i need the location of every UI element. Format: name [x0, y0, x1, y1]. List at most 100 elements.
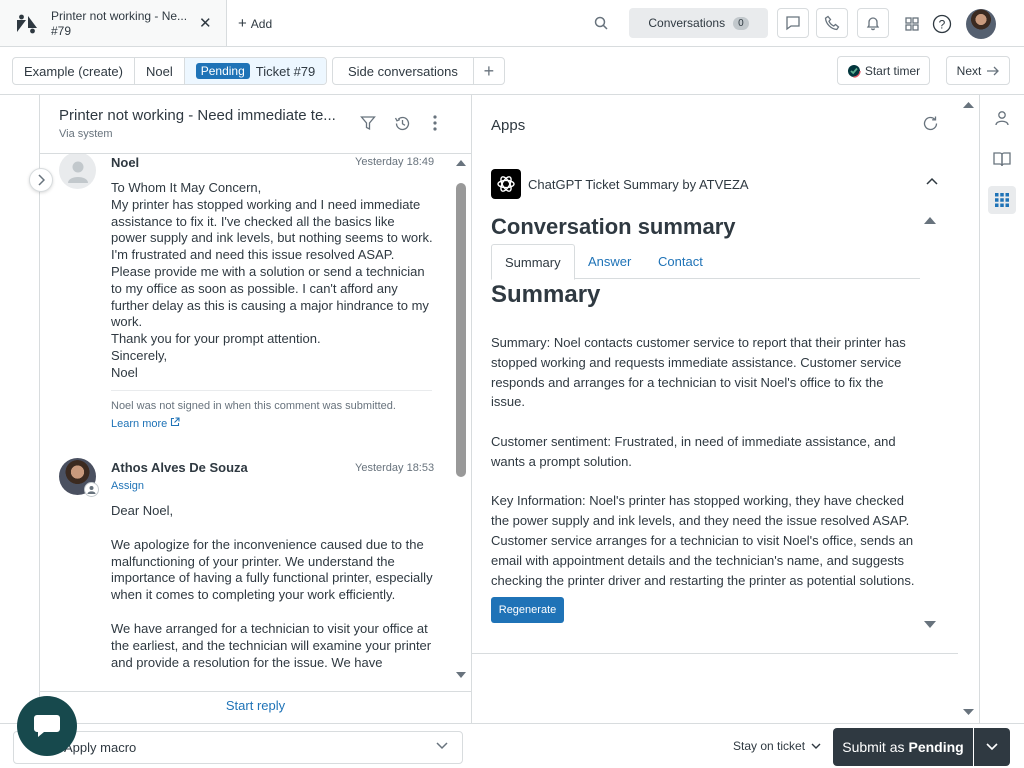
- message-paragraph: We apologize for the inconvenience cause…: [111, 536, 433, 603]
- inner-scroll-down-icon[interactable]: [924, 620, 936, 629]
- add-label: Add: [250, 17, 273, 31]
- status-badge: Pending: [195, 63, 250, 79]
- ticket-channel: Via system: [59, 128, 113, 140]
- submit-options-button[interactable]: [974, 728, 1010, 766]
- summary-tabs: Summary Answer Contact: [491, 244, 920, 280]
- chat-bubble-icon: [34, 715, 60, 737]
- more-options-icon[interactable]: [433, 115, 437, 131]
- zendesk-logo-icon: [17, 14, 37, 34]
- message-line: To Whom It May Concern,: [111, 180, 262, 195]
- conversation-pane: Printer not working - Need immediate te.…: [40, 95, 472, 723]
- sentiment-paragraph: Customer sentiment: Frustrated, in need …: [491, 433, 896, 469]
- conversations-button[interactable]: Conversations 0: [629, 8, 768, 38]
- add-tab-button[interactable]: + Add: [238, 15, 272, 32]
- next-button[interactable]: Next: [946, 56, 1010, 85]
- search-icon[interactable]: [594, 16, 608, 30]
- chevron-down-icon: [986, 743, 998, 751]
- ticket-toolbar: Example (create) Noel Pending Ticket #79…: [0, 47, 1024, 95]
- scroll-up-icon[interactable]: [456, 159, 466, 167]
- message-line: Noel: [111, 364, 138, 380]
- ticket-tab[interactable]: Printer not working - Ne... #79 ✕: [0, 0, 227, 46]
- message-timestamp: Yesterday 18:49: [355, 156, 435, 168]
- plus-icon: +: [238, 15, 247, 32]
- add-side-conversation-icon[interactable]: +: [474, 58, 504, 84]
- submit-button[interactable]: Submit as Pending: [833, 728, 973, 766]
- arrow-right-icon: [987, 66, 1000, 75]
- chevron-up-icon[interactable]: [926, 177, 938, 185]
- breadcrumb-organization[interactable]: Example (create): [13, 58, 135, 84]
- default-avatar-icon: [59, 154, 96, 189]
- filter-icon[interactable]: [360, 115, 376, 131]
- apply-macro-select[interactable]: Apply macro: [13, 731, 463, 764]
- message-paragraph: We have arranged for a technician to vis…: [111, 620, 432, 670]
- breadcrumb: Example (create) Noel Pending Ticket #79: [12, 57, 328, 85]
- message-line: My printer has stopped working and I nee…: [111, 196, 433, 263]
- tab-subtitle: #79: [51, 24, 72, 38]
- message-line: Sincerely,: [111, 347, 168, 363]
- scrollbar-thumb[interactable]: [456, 183, 466, 477]
- divider: [111, 390, 432, 391]
- conversations-label: Conversations: [648, 16, 726, 30]
- message-line: Please provide me with a solution or sen…: [111, 263, 429, 330]
- chatgpt-app-card: ChatGPT Ticket Summary by ATVEZA Convers…: [472, 157, 958, 654]
- tab-answer[interactable]: Answer: [575, 244, 644, 279]
- apps-title: Apps: [491, 117, 526, 134]
- expand-panel-chevron-icon[interactable]: [29, 168, 53, 192]
- message-line: Thank you for your prompt attention.: [111, 331, 321, 347]
- apps-scroll-up-icon[interactable]: [963, 101, 974, 109]
- conversation-header: Printer not working - Need immediate te.…: [40, 95, 471, 154]
- user-avatar[interactable]: [966, 9, 996, 39]
- customer-context-icon[interactable]: [988, 104, 1016, 132]
- conversations-count-badge: 0: [733, 16, 749, 30]
- conversation-scrollbar[interactable]: [456, 155, 466, 683]
- external-link-icon: [171, 417, 180, 427]
- close-icon[interactable]: ✕: [199, 14, 212, 32]
- apps-grid-icon[interactable]: [988, 186, 1016, 214]
- products-grid-icon[interactable]: [900, 12, 924, 36]
- submit-status: Pending: [908, 739, 964, 755]
- refresh-icon[interactable]: [922, 115, 939, 132]
- message-author: Athos Alves De Souza: [111, 460, 248, 475]
- tab-contact[interactable]: Contact: [645, 244, 716, 279]
- ticket-label: Ticket #79: [255, 63, 316, 79]
- message-body: To Whom It May Concern, My printer has s…: [111, 180, 433, 382]
- unsigned-note: Noel was not signed in when this comment…: [111, 400, 396, 412]
- scroll-down-icon[interactable]: [456, 671, 466, 679]
- svg-text:?: ?: [939, 18, 946, 32]
- chevron-down-icon: [811, 743, 821, 749]
- history-icon[interactable]: [394, 115, 411, 132]
- conversation-summary-heading: Conversation summary: [491, 214, 736, 239]
- help-icon[interactable]: ?: [930, 12, 954, 36]
- start-timer-label: Start timer: [864, 63, 921, 78]
- start-reply-button[interactable]: Start reply: [40, 691, 471, 723]
- tab-summary[interactable]: Summary: [491, 244, 575, 280]
- summary-section-title: Summary: [491, 281, 601, 308]
- tab-title: Printer not working - Ne...: [51, 9, 188, 23]
- messaging-widget-button[interactable]: [17, 696, 77, 756]
- bell-icon[interactable]: [857, 8, 889, 38]
- inner-scroll-up-icon[interactable]: [924, 216, 936, 225]
- top-bar: Printer not working - Ne... #79 ✕ + Add C…: [0, 0, 1024, 47]
- start-timer-button[interactable]: Start timer: [837, 56, 930, 85]
- next-label: Next: [956, 63, 982, 78]
- right-rail: [979, 95, 1024, 723]
- learn-more-link[interactable]: Learn more: [111, 417, 180, 430]
- phone-icon[interactable]: [816, 8, 848, 38]
- ticket-title: Printer not working - Need immediate te.…: [59, 107, 336, 124]
- key-info-paragraph: Key Information: Noel's printer has stop…: [491, 493, 915, 588]
- stay-on-ticket-dropdown[interactable]: Stay on ticket: [733, 739, 821, 753]
- assign-link[interactable]: Assign: [111, 480, 144, 492]
- app-name: ChatGPT Ticket Summary by ATVEZA: [528, 177, 749, 192]
- knowledge-book-icon[interactable]: [988, 145, 1016, 173]
- bottom-bar: Apply macro Stay on ticket Submit as Pen…: [0, 723, 1024, 768]
- learn-more-label: Learn more: [111, 418, 168, 430]
- breadcrumb-ticket[interactable]: Pending Ticket #79: [184, 58, 327, 84]
- message-body: Dear Noel, We apologize for the inconven…: [111, 503, 433, 671]
- regenerate-button[interactable]: Regenerate: [491, 597, 564, 623]
- side-conversations-button[interactable]: Side conversations: [333, 58, 474, 84]
- apps-scroll-down-icon[interactable]: [963, 708, 974, 716]
- summary-paragraph: Summary: Noel contacts customer service …: [491, 335, 906, 410]
- breadcrumb-requester[interactable]: Noel: [135, 58, 185, 84]
- summary-content: Summary: Noel contacts customer service …: [491, 333, 915, 597]
- chat-icon[interactable]: [777, 8, 809, 38]
